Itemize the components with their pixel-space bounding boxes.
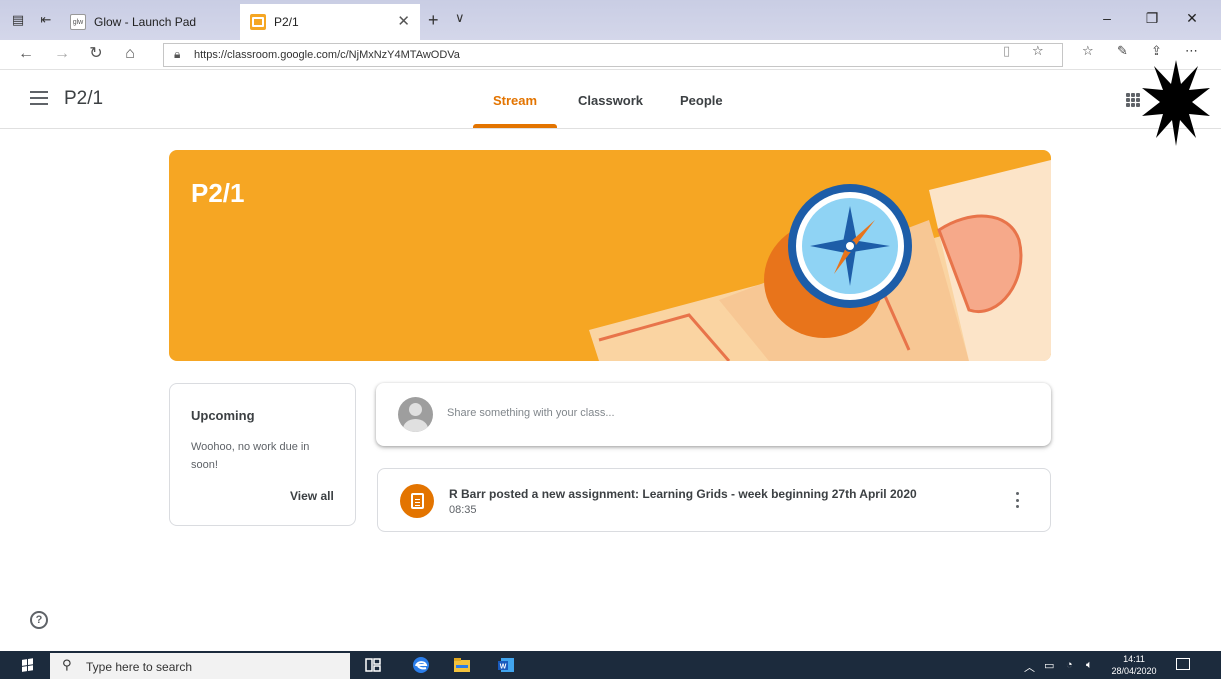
svg-text:W: W <box>500 664 507 671</box>
set-tabs-aside-icon[interactable]: ⇤ <box>38 12 54 28</box>
tab-classwork[interactable]: Classwork <box>578 93 643 108</box>
active-tab-indicator <box>473 124 557 128</box>
action-center-icon[interactable] <box>1176 658 1190 670</box>
clock-date: 28/04/2020 <box>1111 666 1157 676</box>
main-menu-icon[interactable] <box>30 91 48 105</box>
banner-title: P2/1 <box>191 178 245 208</box>
starburst-annotation-icon <box>1142 60 1210 146</box>
address-bar-row: ← → ↻ ⌂ 🔒︎ https://classroom.google.com/… <box>0 40 1221 70</box>
close-tab-icon[interactable]: ✕ <box>397 12 410 30</box>
tab-stream[interactable]: Stream <box>493 93 537 108</box>
web-note-icon[interactable]: ✎ <box>1117 43 1128 59</box>
tab-preview-chevron-icon[interactable]: ∨ <box>455 10 465 26</box>
tab-glow-launch-pad[interactable]: glw Glow - Launch Pad <box>66 4 234 40</box>
lock-icon: 🔒︎ <box>174 47 181 61</box>
help-icon[interactable]: ? <box>30 611 48 629</box>
wifi-icon[interactable]: ◔ <box>1066 659 1073 671</box>
refresh-icon[interactable]: ↻ <box>86 44 106 64</box>
browser-tab-bar: ▤ ⇤ glw Glow - Launch Pad P2/1 ✕ + ∨ – ❐… <box>0 0 1221 40</box>
taskbar-search-placeholder: Type here to search <box>86 660 193 674</box>
tab-label: Glow - Launch Pad <box>94 15 197 29</box>
share-placeholder: Share something with your class... <box>447 407 615 419</box>
edge-browser-icon[interactable] <box>412 656 430 674</box>
new-tab-icon[interactable]: + <box>428 10 439 31</box>
back-icon[interactable]: ← <box>16 44 36 64</box>
restore-icon[interactable]: ❐ <box>1142 10 1162 27</box>
search-icon: ⚲ <box>62 657 72 672</box>
class-name: P2/1 <box>64 88 104 109</box>
word-icon[interactable]: W <box>497 656 515 674</box>
taskbar-search[interactable]: ⚲ Type here to search <box>50 653 350 679</box>
upcoming-heading: Upcoming <box>191 408 255 423</box>
volume-icon[interactable]: 🔈︎ <box>1086 659 1093 672</box>
upcoming-card: Upcoming Woohoo, no work due in soon! Vi… <box>169 383 356 526</box>
url-field[interactable]: 🔒︎ https://classroom.google.com/c/NjMxNz… <box>163 43 1063 67</box>
home-icon[interactable]: ⌂ <box>120 44 140 64</box>
view-all-link[interactable]: View all <box>290 489 334 503</box>
share-icon[interactable]: ⇪ <box>1151 43 1162 59</box>
post-more-icon[interactable] <box>1016 492 1020 508</box>
tab-label: P2/1 <box>274 15 299 29</box>
forward-icon[interactable]: → <box>52 44 72 64</box>
tab-actions-icon[interactable]: ▤ <box>10 12 26 28</box>
tab-classroom[interactable]: P2/1 ✕ <box>240 4 420 40</box>
reading-view-icon[interactable]: ▯ <box>1003 43 1010 59</box>
close-window-icon[interactable]: ✕ <box>1182 10 1202 27</box>
windows-taskbar: ⚲ Type here to search W ︿ ▭ ◔ 🔈︎ 14:11 2… <box>0 651 1221 679</box>
favorites-hub-icon[interactable]: ☆ <box>1082 43 1094 59</box>
apps-grid-icon[interactable] <box>1126 93 1140 107</box>
favorite-star-icon[interactable]: ☆ <box>1032 43 1044 59</box>
minimize-icon[interactable]: – <box>1097 10 1117 26</box>
class-banner: P2/1 <box>169 150 1051 361</box>
show-hidden-icons-icon[interactable]: ︿ <box>1024 659 1035 675</box>
more-options-icon[interactable]: ⋯ <box>1185 43 1198 59</box>
compass-map-illustration <box>589 160 1051 361</box>
clock-time: 14:11 <box>1123 654 1145 664</box>
classroom-header: P2/1 Stream Classwork People <box>0 71 1221 129</box>
task-view-icon[interactable] <box>364 656 382 674</box>
taskbar-clock[interactable]: 14:11 28/04/2020 <box>1108 653 1160 677</box>
tab-people[interactable]: People <box>680 93 723 108</box>
url-text: https://classroom.google.com/c/NjMxNzY4M… <box>194 49 460 61</box>
assignment-post[interactable]: R Barr posted a new assignment: Learning… <box>377 468 1051 532</box>
share-box[interactable]: Share something with your class... <box>376 383 1051 446</box>
battery-icon[interactable]: ▭ <box>1044 659 1054 672</box>
assignment-icon <box>400 484 434 518</box>
post-title[interactable]: R Barr posted a new assignment: Learning… <box>449 487 917 501</box>
post-time: 08:35 <box>449 504 477 516</box>
avatar <box>398 397 433 432</box>
glow-icon: glw <box>70 14 86 30</box>
upcoming-message: Woohoo, no work due in soon! <box>191 441 310 471</box>
start-windows-icon[interactable] <box>22 658 34 672</box>
google-classroom-icon <box>250 14 266 30</box>
file-explorer-icon[interactable] <box>453 656 471 674</box>
